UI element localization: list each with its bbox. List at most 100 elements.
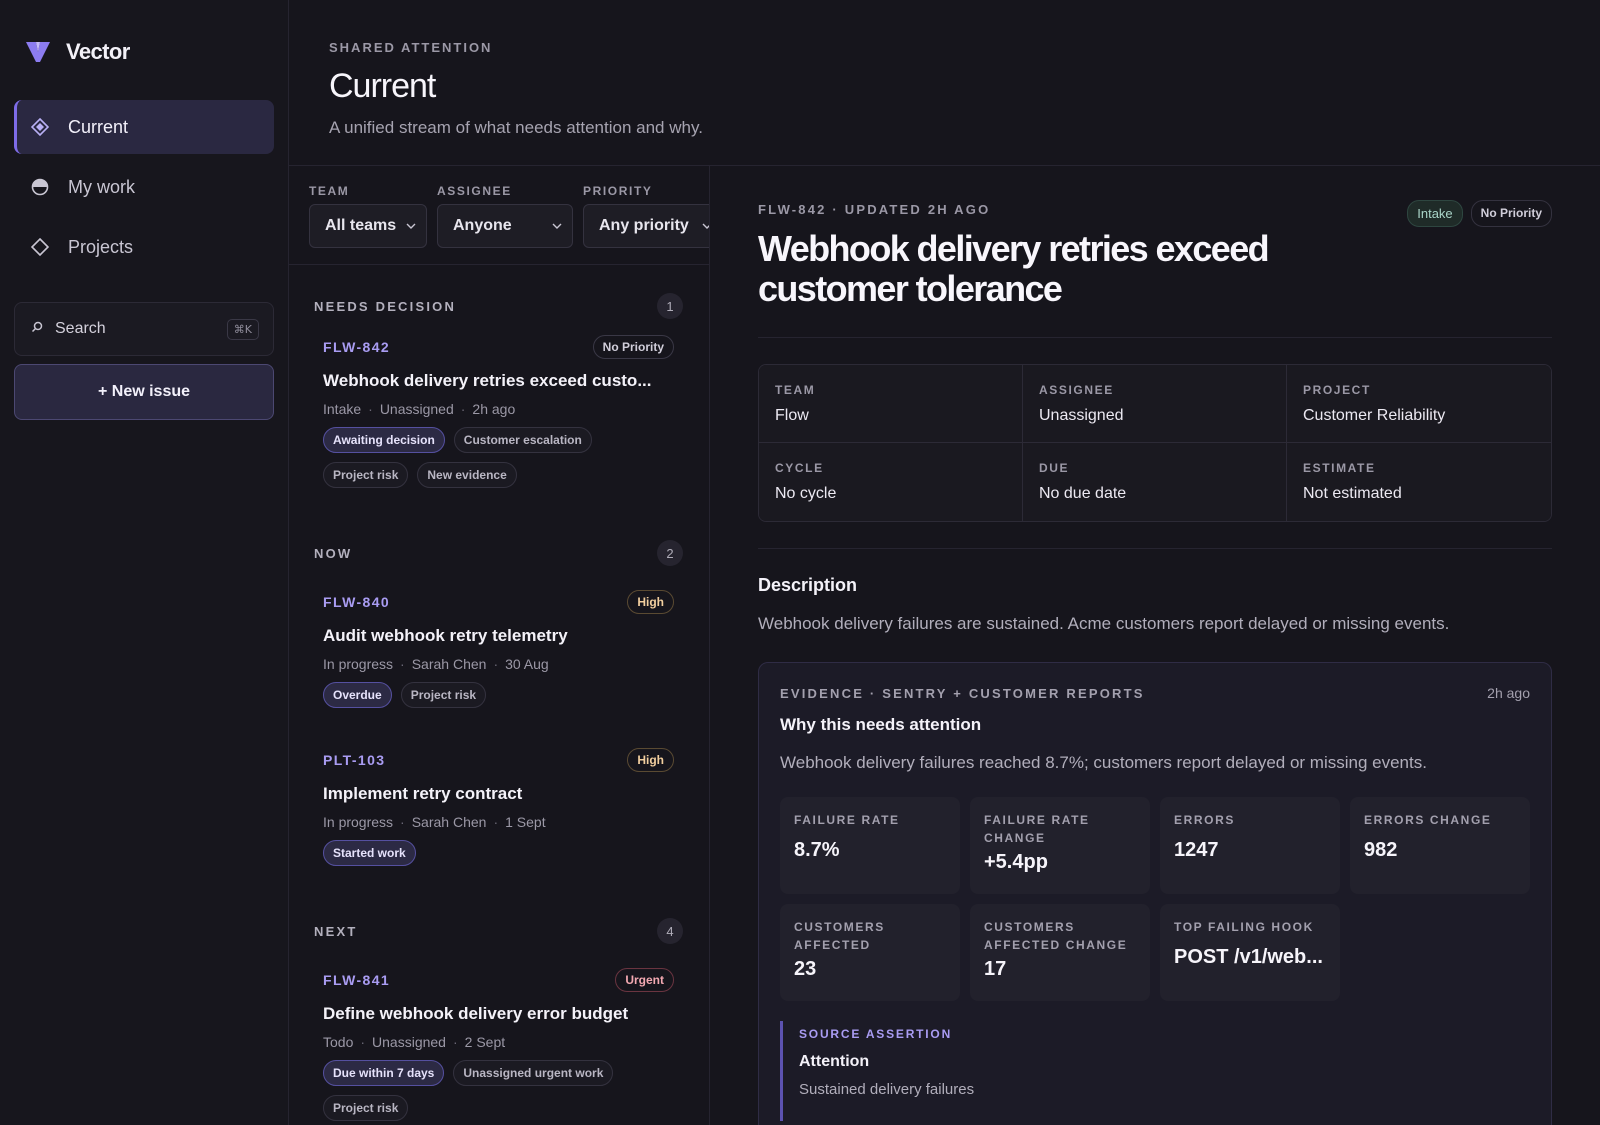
brand[interactable]: Vector bbox=[14, 38, 274, 66]
priority-badge[interactable]: No Priority bbox=[1470, 200, 1552, 227]
evidence-text: Webhook delivery failures reached 8.7%; … bbox=[780, 753, 1427, 772]
priority-badge: No Priority bbox=[592, 335, 674, 359]
description-text: Webhook delivery failures are sustained.… bbox=[758, 614, 1450, 633]
page-eyebrow: SHARED ATTENTION bbox=[329, 40, 493, 55]
tag-list: Started work bbox=[323, 840, 674, 866]
new-issue-button[interactable]: + New issue bbox=[14, 364, 274, 420]
vector-logo-icon bbox=[26, 42, 50, 62]
description-title: Description bbox=[758, 575, 858, 595]
tag[interactable]: Overdue bbox=[323, 682, 392, 708]
section-title: NEEDS DECISION bbox=[314, 298, 457, 314]
meta-date: 30 Aug bbox=[505, 656, 549, 672]
divider bbox=[758, 548, 1552, 549]
issue-id: PLT-103 bbox=[323, 752, 386, 768]
diamond-filled-icon bbox=[30, 117, 50, 137]
prop-team[interactable]: TEAM Flow bbox=[759, 365, 1023, 443]
filter-label: PRIORITY bbox=[583, 184, 653, 198]
evidence-title: Why this needs attention bbox=[780, 715, 982, 734]
issue-title: Implement retry contract bbox=[323, 784, 523, 803]
tag[interactable]: Awaiting decision bbox=[323, 427, 445, 453]
issue-title: Audit webhook retry telemetry bbox=[323, 626, 568, 645]
tag[interactable]: Started work bbox=[323, 840, 416, 866]
tag[interactable]: Project risk bbox=[400, 682, 487, 708]
metric-label: ERRORS CHANGE bbox=[1364, 813, 1492, 827]
metric-failure-rate: FAILURE RATE 8.7% bbox=[780, 797, 960, 894]
page-header: SHARED ATTENTION Current A unified strea… bbox=[289, 0, 1600, 166]
metric-label: ERRORS bbox=[1174, 813, 1235, 827]
tag[interactable]: Unassigned urgent work bbox=[453, 1060, 614, 1086]
prop-estimate[interactable]: ESTIMATE Not estimated bbox=[1287, 443, 1551, 521]
team-select[interactable]: All teams bbox=[309, 204, 427, 248]
issue-title: Webhook delivery retries exceed custo... bbox=[323, 371, 652, 390]
main: SHARED ATTENTION Current A unified strea… bbox=[289, 0, 1600, 1125]
nav-item-current[interactable]: Current bbox=[14, 100, 274, 154]
tag[interactable]: Customer escalation bbox=[453, 427, 592, 453]
meta-status: In progress bbox=[323, 814, 394, 830]
metric-customers-affected-change: CUSTOMERS AFFECTED CHANGE 17 bbox=[970, 904, 1150, 1001]
issue-card-flw-841[interactable]: FLW-841 Urgent Define webhook delivery e… bbox=[289, 968, 709, 1121]
priority-select[interactable]: Any priority bbox=[583, 204, 709, 248]
metric-customers-affected: CUSTOMERS AFFECTED 23 bbox=[780, 904, 960, 1001]
sidebar: Vector Current My work Projects Search ⌘… bbox=[0, 0, 289, 1125]
issue-card-flw-840[interactable]: FLW-840 High Audit webhook retry telemet… bbox=[289, 590, 709, 708]
select-value: Any priority bbox=[599, 217, 689, 234]
filter-label: TEAM bbox=[309, 184, 350, 198]
issue-meta: Intake · Unassigned · 2h ago bbox=[323, 401, 516, 417]
prop-value: No due date bbox=[1039, 485, 1127, 502]
filter-team: TEAM All teams bbox=[309, 184, 427, 264]
chevron-down-icon bbox=[552, 223, 562, 229]
tag[interactable]: Project risk bbox=[323, 1095, 409, 1121]
search-label: Search bbox=[55, 320, 106, 337]
issue-title: Define webhook delivery error budget bbox=[323, 1004, 629, 1023]
issue-meta: Todo · Unassigned · 2 Sept bbox=[323, 1034, 506, 1050]
search-shortcut: ⌘K bbox=[226, 318, 259, 340]
issue-id: FLW-840 bbox=[323, 594, 391, 610]
issue-card-flw-842[interactable]: FLW-842 No Priority Webhook delivery ret… bbox=[289, 335, 709, 488]
select-value: All teams bbox=[325, 217, 397, 234]
meta-assignee: Unassigned bbox=[372, 1034, 446, 1050]
app-root: Vector Current My work Projects Search ⌘… bbox=[0, 0, 1600, 1125]
nav-item-my-work[interactable]: My work bbox=[14, 160, 274, 214]
assignee-select[interactable]: Anyone bbox=[437, 204, 573, 248]
tag[interactable]: Project risk bbox=[323, 462, 409, 488]
prop-assignee[interactable]: ASSIGNEE Unassigned bbox=[1023, 365, 1287, 443]
prop-cycle[interactable]: CYCLE No cycle bbox=[759, 443, 1023, 521]
status-badge[interactable]: Intake bbox=[1407, 200, 1463, 227]
detail-eyebrow: FLW-842 · UPDATED 2H AGO bbox=[758, 202, 991, 217]
prop-value: Customer Reliability bbox=[1303, 407, 1446, 424]
meta-assignee: Sarah Chen bbox=[411, 814, 487, 830]
filter-bar: TEAM All teams ASSIGNEE Anyone PRIORITY … bbox=[289, 166, 709, 265]
tag-list: Overdue Project risk bbox=[323, 682, 674, 708]
issue-card-plt-103[interactable]: PLT-103 High Implement retry contract In… bbox=[289, 748, 709, 866]
diamond-outline-icon bbox=[30, 237, 50, 257]
section-count: 2 bbox=[657, 540, 683, 566]
metric-value: POST /v1/web... bbox=[1174, 946, 1323, 968]
section-now: NOW 2 bbox=[289, 538, 709, 568]
tag[interactable]: Due within 7 days bbox=[323, 1060, 445, 1086]
meta-status: Todo bbox=[323, 1034, 354, 1050]
issue-id: FLW-841 bbox=[323, 972, 391, 988]
prop-value: Not estimated bbox=[1303, 485, 1402, 502]
metric-top-failing-hook: TOP FAILING HOOK POST /v1/web... bbox=[1160, 904, 1340, 1001]
metric-errors: ERRORS 1247 bbox=[1160, 797, 1340, 894]
meta-date: 1 Sept bbox=[505, 814, 546, 830]
section-title: NOW bbox=[314, 545, 353, 561]
tag-list: Due within 7 days Unassigned urgent work… bbox=[323, 1060, 674, 1121]
prop-due[interactable]: DUE No due date bbox=[1023, 443, 1287, 521]
detail-badges: Intake No Priority bbox=[1407, 200, 1552, 227]
tag[interactable]: New evidence bbox=[417, 462, 517, 488]
metric-value: 23 bbox=[794, 958, 817, 980]
prop-project[interactable]: PROJECT Customer Reliability bbox=[1287, 365, 1551, 443]
metric-value: +5.4pp bbox=[984, 851, 1048, 873]
brand-name: Vector bbox=[66, 39, 130, 64]
priority-badge: High bbox=[627, 590, 674, 614]
priority-badge: High bbox=[627, 748, 674, 772]
issue-id: FLW-842 bbox=[323, 339, 391, 355]
chevron-down-icon bbox=[406, 223, 416, 229]
meta-date: 2 Sept bbox=[464, 1034, 506, 1050]
nav-item-projects[interactable]: Projects bbox=[14, 220, 274, 274]
search-box[interactable]: Search ⌘K bbox=[14, 302, 274, 356]
nav-label: Projects bbox=[68, 236, 134, 257]
assertion-text: Sustained delivery failures bbox=[799, 1081, 975, 1098]
chevron-down-icon bbox=[702, 223, 709, 229]
